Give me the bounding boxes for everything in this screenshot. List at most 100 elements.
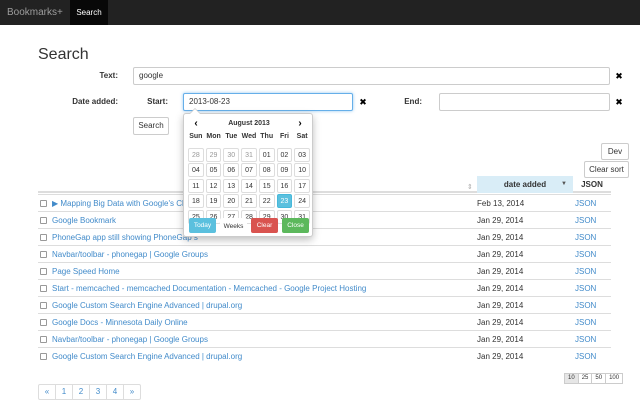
day-cell[interactable]: 24 [294,194,310,208]
json-link[interactable]: JSON [575,212,596,229]
table-row: Navbar/toolbar - phonegap | Google Group… [38,245,611,262]
page-size-selector: 10 25 50 100 [564,373,624,384]
row-checkbox[interactable] [40,268,47,275]
row-checkbox[interactable] [40,285,47,292]
row-checkbox[interactable] [40,251,47,258]
nav-tab-search[interactable]: Search [70,0,108,25]
table-row: Google Bookmark Jan 29, 2014 JSON [38,211,611,228]
column-header-json: JSON [581,180,603,189]
day-cell[interactable]: 23 [276,194,293,208]
end-date-input[interactable] [439,93,610,111]
page-2[interactable]: 2 [72,384,90,400]
json-link[interactable]: JSON [575,314,596,331]
weeks-button[interactable]: Weeks [220,218,247,233]
weekday-header: Fri [279,133,289,140]
date-added-cell: Jan 29, 2014 [477,352,524,361]
day-cell[interactable]: 04 [188,163,204,177]
datepicker-arrow-inner [190,109,200,114]
page-1[interactable]: 1 [55,384,73,400]
day-cell[interactable]: 09 [276,163,293,177]
json-link[interactable]: JSON [575,195,596,212]
text-input[interactable]: google [133,67,610,85]
day-cell[interactable]: 14 [241,178,257,193]
day-cell[interactable]: 31 [241,147,257,162]
search-button[interactable]: Search [133,117,169,135]
bookmark-title-link[interactable]: Page Speed Home [52,263,492,280]
row-checkbox[interactable] [40,234,47,241]
next-month-icon[interactable]: › [293,118,307,130]
table-row: ▶ Mapping Big Data with Google's Cloud F… [38,194,611,211]
page-size-100[interactable]: 100 [605,373,624,384]
day-cell[interactable]: 12 [205,178,222,193]
bookmark-title-link[interactable]: Google Custom Search Engine Advanced | d… [52,297,492,314]
day-cell[interactable]: 01 [258,147,275,162]
clear-text-icon[interactable]: ✖ [610,67,628,85]
day-cell[interactable]: 30 [223,147,240,162]
bookmark-title-link[interactable]: Start - memcached - memcached Documentat… [52,280,492,297]
day-cell[interactable]: 03 [294,147,310,162]
sort-icon[interactable]: ⇕ [467,183,473,191]
page-size-25[interactable]: 25 [577,373,593,384]
start-date-input[interactable]: 2013-08-23 [183,93,353,111]
weekday-header: Thu [260,133,274,140]
day-cell[interactable]: 13 [223,178,240,193]
row-checkbox[interactable] [40,200,47,207]
bookmark-title-link[interactable]: Google Custom Search Engine Advanced | d… [52,348,492,365]
json-link[interactable]: JSON [575,229,596,246]
json-link[interactable]: JSON [575,331,596,348]
json-link[interactable]: JSON [575,297,596,314]
page-3[interactable]: 3 [89,384,107,400]
day-cell[interactable]: 02 [276,147,293,162]
json-link[interactable]: JSON [575,246,596,263]
datepicker-month[interactable]: August 2013 [206,118,292,130]
column-header-date-added[interactable]: date added ▼ [477,176,573,193]
page-size-10[interactable]: 10 [564,373,579,384]
page-next[interactable]: » [123,384,141,400]
close-datepicker-button[interactable]: Close [282,218,309,233]
json-link[interactable]: JSON [575,348,596,365]
today-button[interactable]: Today [189,218,216,233]
page-size-50[interactable]: 50 [591,373,607,384]
day-cell[interactable]: 08 [258,163,275,177]
day-cell[interactable]: 18 [188,194,204,208]
brand-link[interactable]: Bookmarks+ [7,0,63,25]
sort-desc-icon: ▼ [561,181,567,187]
row-checkbox[interactable] [40,353,47,360]
table-row: Google Custom Search Engine Advanced | d… [38,347,611,364]
page-4[interactable]: 4 [106,384,124,400]
bookmark-title-link[interactable]: Navbar/toolbar - phonegap | Google Group… [52,246,492,263]
row-checkbox[interactable] [40,319,47,326]
bookmark-title-link[interactable]: Google Docs - Minnesota Daily Online [52,314,492,331]
date-added-cell: Jan 29, 2014 [477,284,524,293]
clear-end-icon[interactable]: ✖ [610,93,628,111]
dev-button[interactable]: Dev [601,143,629,160]
row-checkbox[interactable] [40,217,47,224]
day-cell[interactable]: 17 [294,178,310,193]
json-link[interactable]: JSON [575,280,596,297]
bookmark-title-link[interactable]: Navbar/toolbar - phonegap | Google Group… [52,331,492,348]
day-cell[interactable]: 11 [188,178,204,193]
prev-month-icon[interactable]: ‹ [189,118,203,130]
clear-date-button[interactable]: Clear [251,218,278,233]
start-label: Start: [147,97,168,106]
day-cell[interactable]: 05 [205,163,222,177]
day-cell[interactable]: 29 [205,147,222,162]
day-cell[interactable]: 21 [241,194,257,208]
day-cell[interactable]: 28 [188,147,204,162]
json-link[interactable]: JSON [575,263,596,280]
page-prev[interactable]: « [38,384,56,400]
day-cell[interactable]: 15 [258,178,275,193]
clear-start-icon[interactable]: ✖ [354,93,372,111]
day-cell[interactable]: 19 [205,194,222,208]
date-added-cell: Jan 29, 2014 [477,267,524,276]
date-added-cell: Jan 29, 2014 [477,233,524,242]
day-cell[interactable]: 06 [223,163,240,177]
table-row: Google Custom Search Engine Advanced | d… [38,296,611,313]
day-cell[interactable]: 22 [258,194,275,208]
day-cell[interactable]: 20 [223,194,240,208]
day-cell[interactable]: 10 [294,163,310,177]
day-cell[interactable]: 16 [276,178,293,193]
row-checkbox[interactable] [40,302,47,309]
row-checkbox[interactable] [40,336,47,343]
day-cell[interactable]: 07 [241,163,257,177]
